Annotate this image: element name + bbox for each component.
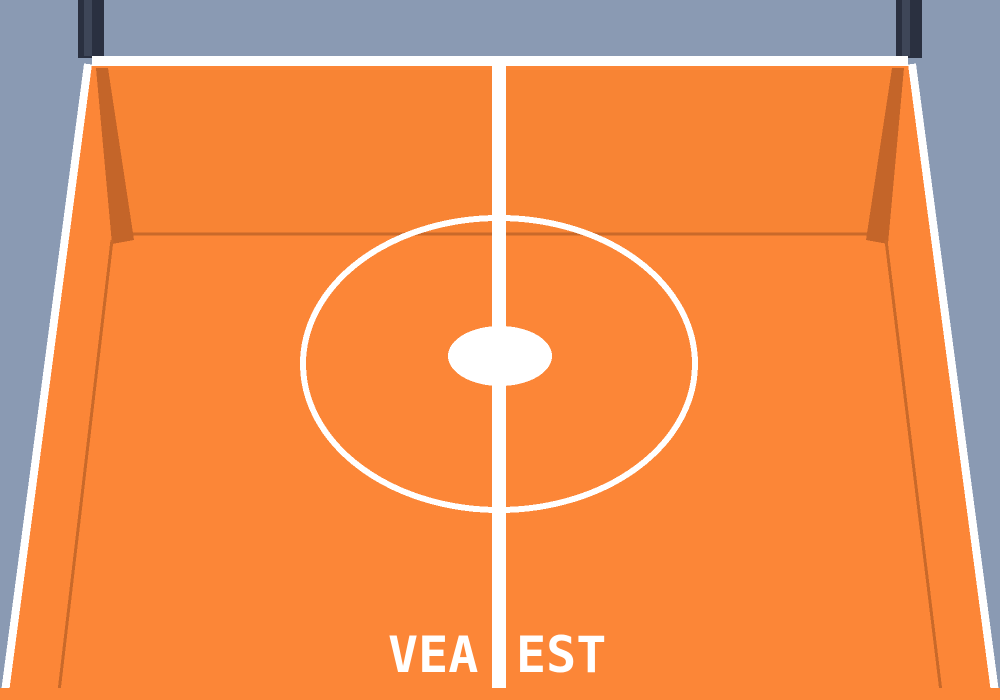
right-post-highlight [902, 0, 910, 56]
court-text-left: VEA [388, 626, 478, 684]
court-text-right: EST [516, 626, 606, 684]
left-post-highlight [84, 0, 92, 56]
top-boundary-line [92, 56, 908, 66]
center-spot [448, 326, 552, 386]
game-scene: VEA EST [0, 0, 1000, 700]
bottom-edge [0, 688, 1000, 700]
